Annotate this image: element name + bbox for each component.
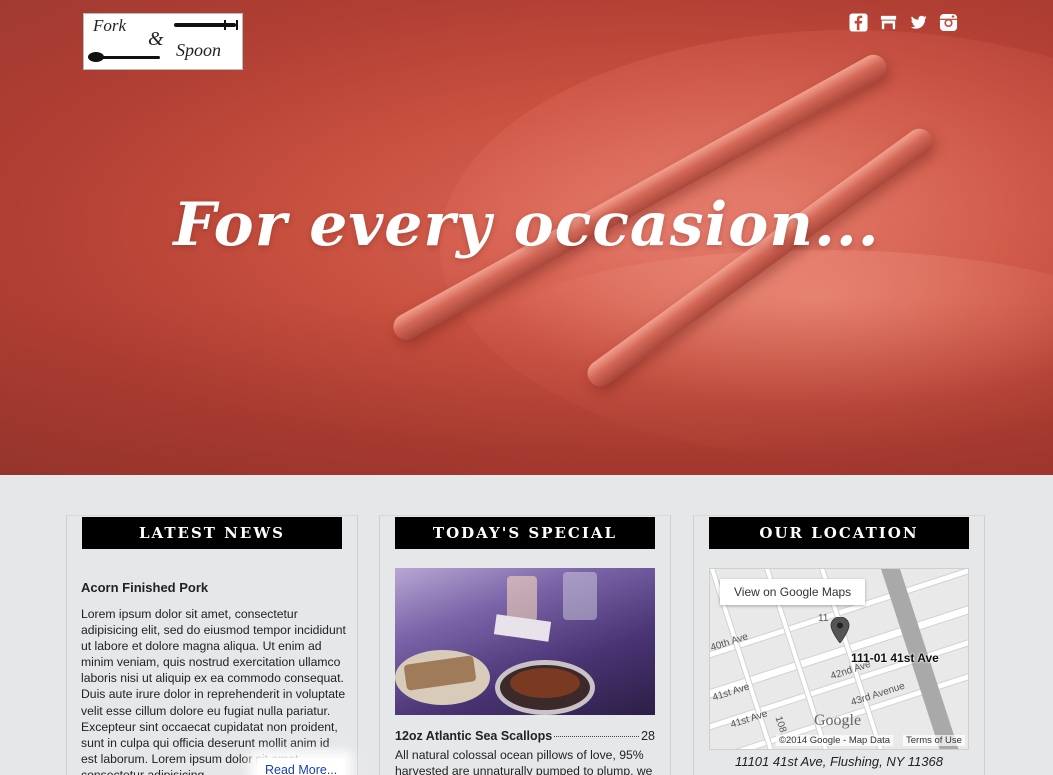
map-copyright: ©2014 Google - Map Data <box>776 735 894 746</box>
social-links <box>849 13 958 32</box>
hero-tagline: For every occasion... <box>173 190 880 260</box>
instagram-icon[interactable] <box>939 13 958 32</box>
latest-news-heading: LATEST NEWS <box>82 517 342 549</box>
hero-table-shade <box>0 300 1053 475</box>
fork-icon <box>174 20 238 30</box>
map-pin-icon[interactable] <box>830 617 850 643</box>
map-terms-link[interactable]: Terms of Use <box>903 735 965 746</box>
price-leader-dots <box>554 736 640 737</box>
latest-news-card: LATEST NEWS Acorn Finished Pork Lorem ip… <box>66 515 358 775</box>
photo-stew <box>510 668 580 698</box>
photo-water-glass <box>563 572 597 620</box>
map-street-label: 11 <box>818 613 829 624</box>
map-marker-label: 111-01 41st Ave <box>851 651 939 665</box>
photo-napkin <box>493 614 552 642</box>
special-item-description: All natural colossal ocean pillows of lo… <box>395 748 653 775</box>
site-logo[interactable]: Fork & Spoon <box>83 13 243 70</box>
our-location-heading: OUR LOCATION <box>709 517 969 549</box>
twitter-icon[interactable] <box>909 13 928 32</box>
logo-ampersand: & <box>148 28 164 50</box>
view-on-google-maps-button[interactable]: View on Google Maps <box>720 579 866 605</box>
spoon-icon <box>88 52 160 62</box>
hero-banner: Fork & Spoon For every occasion... <box>0 0 1053 475</box>
our-location-card: OUR LOCATION 40th Ave 41st Ave 42nd Ave … <box>693 515 985 775</box>
google-map[interactable]: 40th Ave 41st Ave 42nd Ave 43rd Avenue 4… <box>709 568 969 750</box>
special-dish-photo <box>395 568 655 715</box>
todays-special-heading: TODAY'S SPECIAL <box>395 517 655 549</box>
restaurant-address: 11101 41st Ave, Flushing, NY 11368 <box>735 754 943 769</box>
news-article-title[interactable]: Acorn Finished Pork <box>81 580 208 595</box>
news-article-body: Lorem ipsum dolor sit amet, consectetur … <box>81 607 346 775</box>
logo-text-fork: Fork <box>93 16 127 35</box>
special-item-name: 12oz Atlantic Sea Scallops <box>395 729 553 743</box>
foursquare-icon[interactable] <box>879 13 898 32</box>
facebook-icon[interactable] <box>849 13 868 32</box>
read-more-link[interactable]: Read More... <box>257 758 346 775</box>
logo-text-spoon: Spoon <box>176 40 221 60</box>
google-logo: Google <box>814 712 862 729</box>
map-street-label: 108 <box>772 714 789 735</box>
todays-special-card: TODAY'S SPECIAL 12oz Atlantic Sea Scallo… <box>379 515 671 775</box>
special-menu-row: 12oz Atlantic Sea Scallops 28 <box>395 729 655 743</box>
special-item-price: 28 <box>641 729 655 743</box>
